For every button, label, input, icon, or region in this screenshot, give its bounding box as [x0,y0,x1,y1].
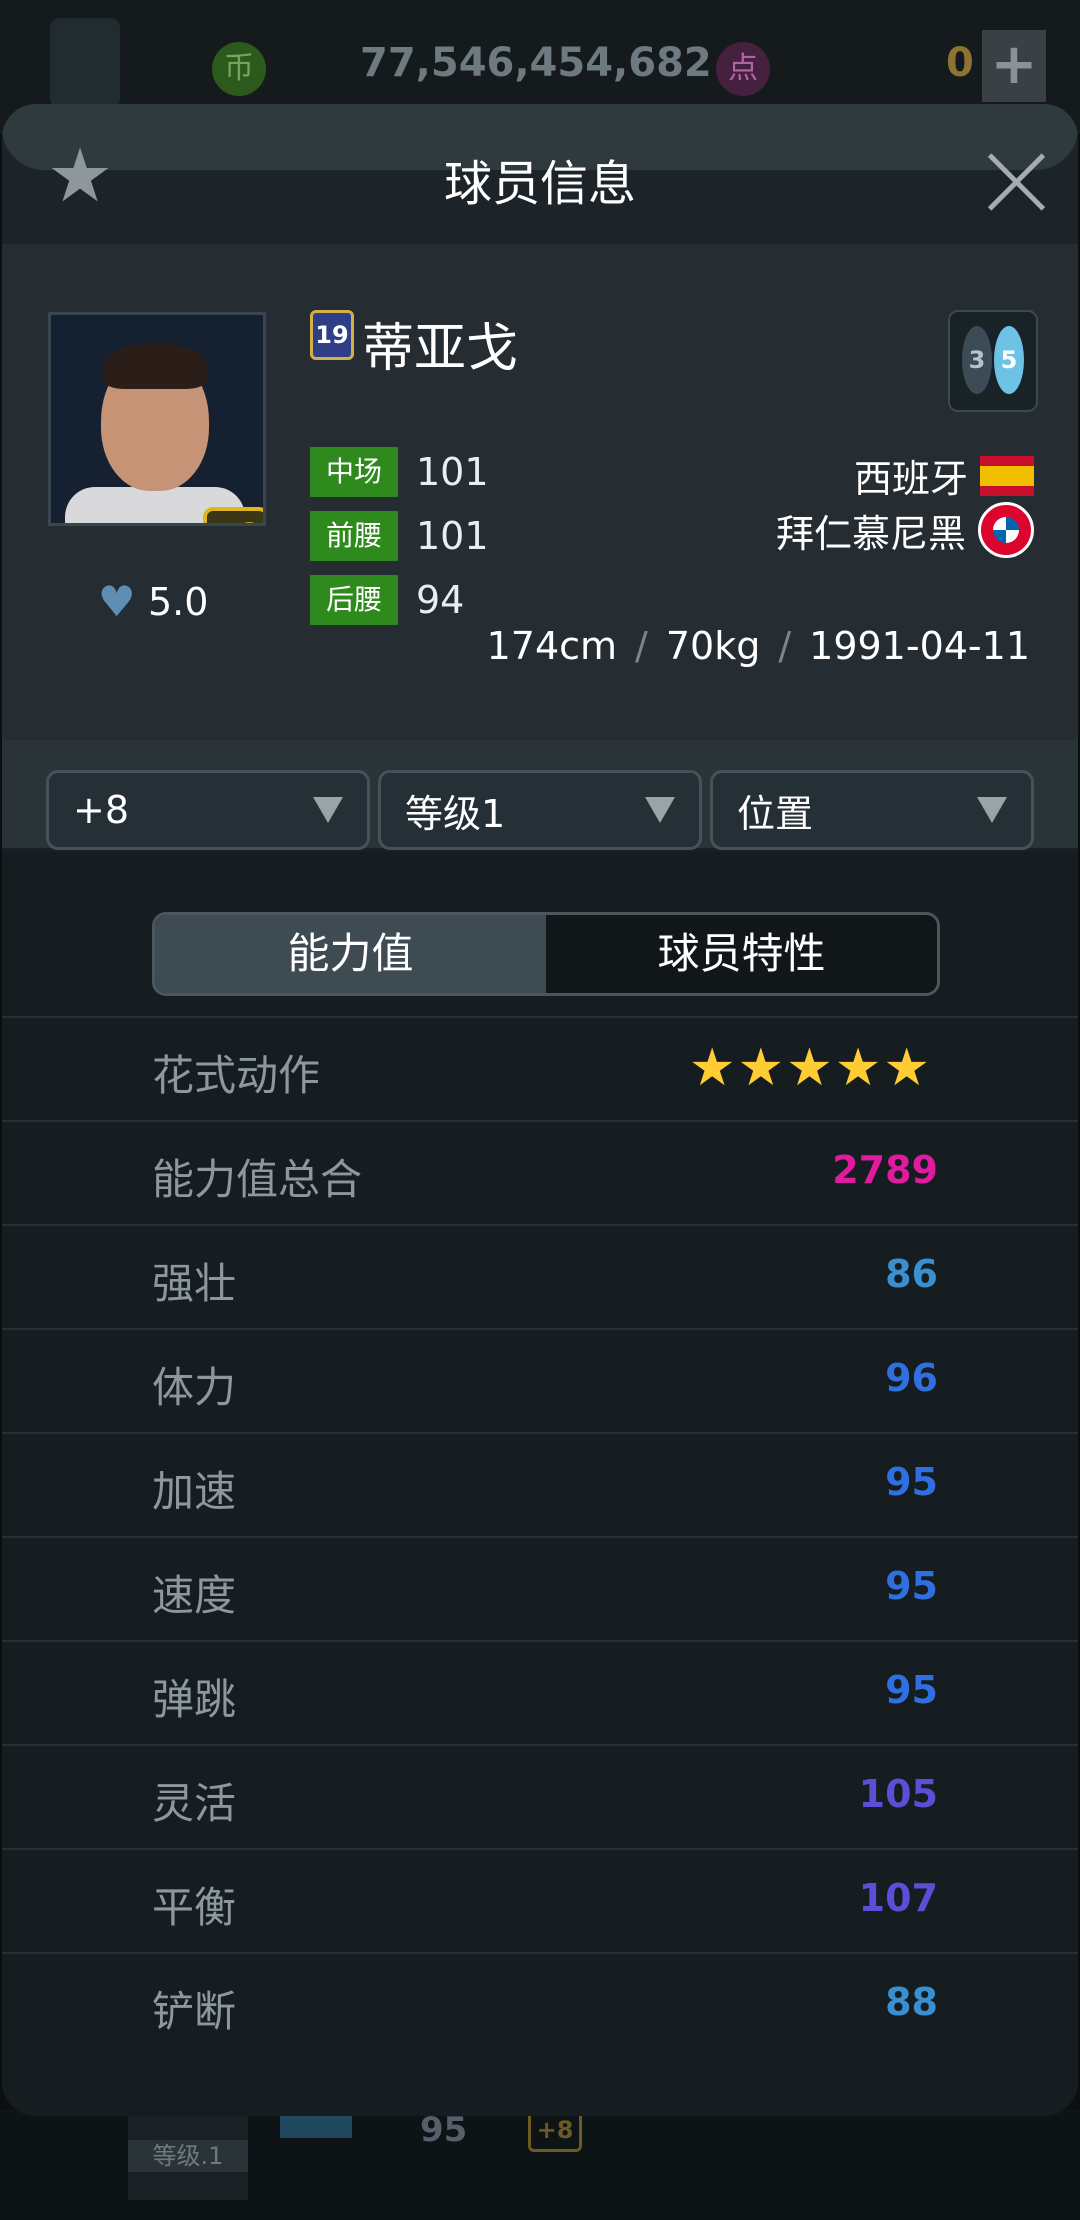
position-value: 101 [416,514,489,558]
rating-value: 5.0 [148,580,209,624]
chevron-down-icon [645,797,675,823]
stat-label: 铲断 [152,1987,237,2036]
list-upgrade-badge: +8 [528,2110,582,2152]
stat-row: 花式动作 ★ ★ ★ ★ ★ [2,1016,1078,1122]
stat-row: 灵活 105 [2,1744,1078,1850]
stat-row: 平衡 107 [2,1848,1078,1954]
skill-moves-stars: ★ ★ ★ ★ ★ [687,1040,930,1096]
position-tag: 后腰 [310,575,398,625]
tab-traits[interactable]: 球员特性 [546,915,937,993]
player-portrait: +8 [48,312,266,526]
add-currency-button[interactable]: + [982,30,1046,102]
tab-abilities[interactable]: 能力值 [155,915,546,993]
nationality: 西班牙 [854,448,1034,503]
position-dropdown-label: 位置 [737,791,814,836]
player-height: 174cm [486,624,618,668]
right-foot-icon: 5 [994,326,1024,394]
bayern-logo-icon [978,502,1034,558]
position-row: 中场 101 [310,446,489,498]
tab-bar: 能力值 球员特性 [152,912,940,996]
stat-value: 96 [885,1356,938,1400]
player-bio: 174cm / 70kg / 1991-04-11 [487,624,1030,668]
left-foot-icon: 3 [962,326,992,394]
player-name: 蒂亚戈 [362,319,519,379]
position-value: 101 [416,450,489,494]
season-badge: 19 [310,310,354,360]
player-info-modal: ★ 球员信息 +8 ♥ 5.0 19 蒂亚戈 3 5 中场 101 前腰 101… [2,104,1078,2116]
stat-value: 95 [885,1668,938,1712]
stat-value: 86 [885,1252,938,1296]
heart-icon: ♥ [98,577,136,626]
coin-icon: 币 [212,42,266,96]
star-icon: ★ [883,1038,930,1098]
stat-value: 105 [858,1772,938,1816]
spain-flag-icon [980,455,1034,496]
separator: / [635,624,648,668]
stat-row: 铲断 88 [2,1952,1078,2058]
level-dropdown[interactable]: 等级1 [378,770,702,850]
stat-value: 95 [885,1460,938,1504]
stat-row: 强壮 86 [2,1224,1078,1330]
stat-label: 弹跳 [152,1675,237,1724]
manager-avatar[interactable] [50,18,120,108]
star-icon: ★ [786,1038,833,1098]
stat-label: 强壮 [152,1259,237,1308]
stat-label: 平衡 [152,1883,237,1932]
position-dropdown[interactable]: 位置 [710,770,1034,850]
star-icon: ★ [688,1038,736,1098]
stat-label: 花式动作 [152,1051,321,1100]
position-row: 前腰 101 [310,510,489,562]
stat-value: 107 [858,1876,938,1920]
stat-value: 2789 [832,1148,938,1192]
chevron-down-icon [977,797,1007,823]
coin-balance: 77,546,454,682 [360,40,712,86]
stat-row: 弹跳 95 [2,1640,1078,1746]
stat-value: 95 [885,1564,938,1608]
upgrade-dropdown-label: +8 [73,788,130,832]
point-balance: 0 [946,40,974,86]
portrait-hair [103,343,207,389]
star-icon: ★ [737,1038,785,1098]
stat-label: 速度 [152,1571,237,1620]
stat-row: 加速 95 [2,1432,1078,1538]
upgrade-dropdown[interactable]: +8 [46,770,370,850]
player-weight: 70kg [665,624,761,668]
stat-row: 能力值总合 2789 [2,1120,1078,1226]
foot-preference: 3 5 [948,310,1038,412]
club-name: 拜仁慕尼黑 [775,511,966,556]
stat-label: 体力 [152,1363,237,1412]
stat-value: 88 [885,1980,938,2024]
position-value: 94 [416,578,465,622]
chevron-down-icon [313,797,343,823]
level-dropdown-label: 等级1 [405,791,506,836]
heart-rating: ♥ 5.0 [98,580,208,624]
stat-label: 能力值总合 [152,1155,363,1204]
list-player-level: 等级.1 [128,2140,248,2172]
player-birthdate: 1991-04-11 [809,624,1030,668]
position-tag: 前腰 [310,511,398,561]
upgrade-badge: +8 [203,507,263,523]
list-player-value: 95 [420,2110,468,2150]
separator: / [778,624,792,668]
modal-title: 球员信息 [443,156,636,212]
position-row: 后腰 94 [310,574,489,626]
stat-row: 速度 95 [2,1536,1078,1642]
modal-header: ★ 球员信息 [2,104,1078,244]
point-icon: 点 [716,42,770,96]
stat-row: 体力 96 [2,1328,1078,1434]
close-icon[interactable] [978,144,1054,220]
position-tag: 中场 [310,447,398,497]
club: 拜仁慕尼黑 [776,502,1034,558]
star-icon: ★ [834,1038,882,1098]
nation-name: 西班牙 [853,457,968,501]
stat-label: 灵活 [152,1779,237,1828]
stat-label: 加速 [152,1467,237,1516]
position-ratings: 中场 101 前腰 101 后腰 94 [310,446,489,638]
